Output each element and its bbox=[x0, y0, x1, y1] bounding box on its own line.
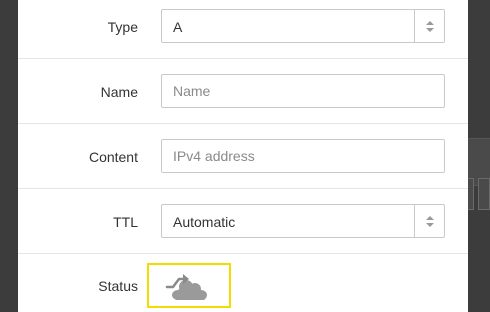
status-label: Status bbox=[98, 278, 138, 294]
status-toggle[interactable] bbox=[147, 263, 231, 308]
name-row: Name bbox=[18, 59, 468, 124]
ttl-select[interactable]: Automatic bbox=[161, 204, 445, 238]
backdrop-control bbox=[478, 178, 490, 210]
cloud-dns-only-icon bbox=[165, 274, 207, 300]
dns-record-form: Type A Name Content TTL Automatic bbox=[18, 0, 468, 312]
name-label: Name bbox=[100, 84, 138, 100]
ttl-row: TTL Automatic bbox=[18, 189, 468, 254]
name-field[interactable] bbox=[161, 74, 445, 108]
type-row: Type A bbox=[18, 0, 468, 59]
content-input[interactable] bbox=[162, 140, 444, 172]
chevron-up-icon bbox=[426, 216, 434, 220]
chevron-up-icon bbox=[426, 21, 434, 25]
content-label: Content bbox=[88, 149, 138, 165]
content-field[interactable] bbox=[161, 139, 445, 173]
chevron-down-icon bbox=[426, 28, 434, 32]
name-input[interactable] bbox=[162, 75, 444, 107]
ttl-label: TTL bbox=[113, 214, 138, 230]
chevron-down-icon bbox=[426, 223, 434, 227]
type-select[interactable]: A bbox=[161, 9, 445, 43]
type-label: Type bbox=[107, 19, 138, 35]
ttl-value: Automatic bbox=[173, 214, 236, 230]
type-value: A bbox=[173, 19, 183, 35]
ttl-stepper[interactable] bbox=[414, 205, 444, 237]
content-row: Content bbox=[18, 124, 468, 189]
type-stepper[interactable] bbox=[414, 10, 444, 42]
